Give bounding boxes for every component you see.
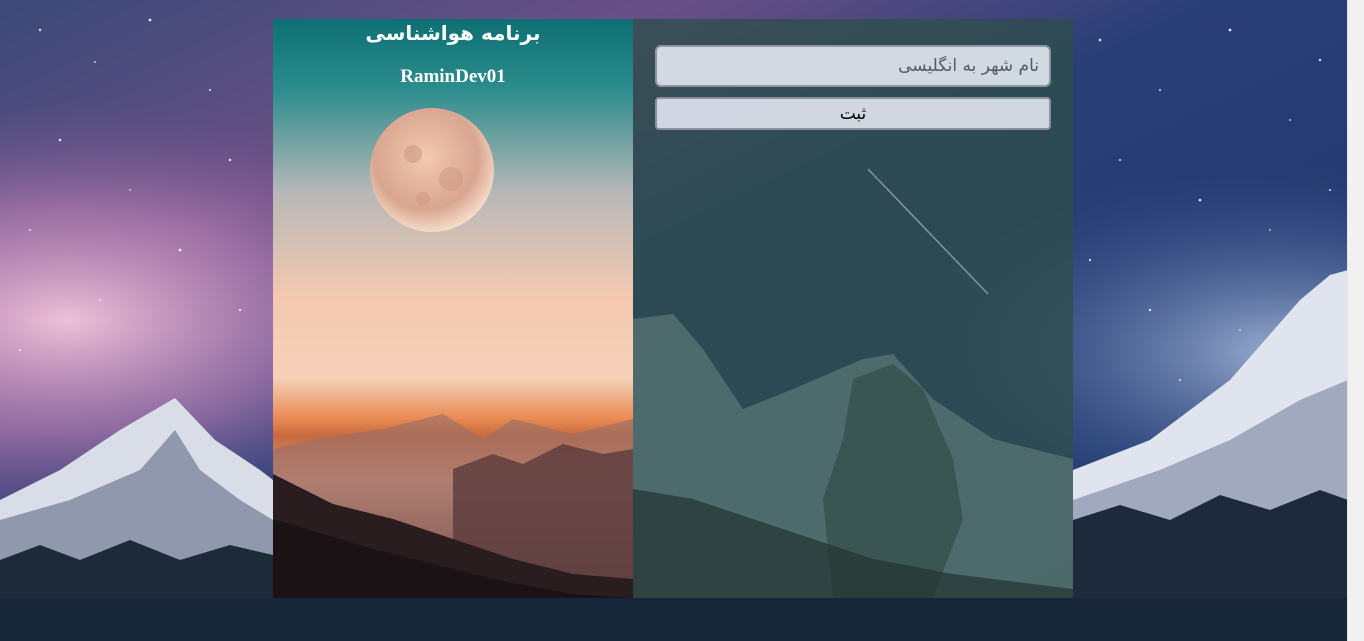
app-title: برنامه هواشناسی <box>365 21 541 45</box>
submit-button[interactable]: ثبت <box>655 97 1051 130</box>
city-name-input[interactable] <box>655 45 1051 87</box>
weather-app-card: برنامه هواشناسی RaminDev01 ثبت <box>273 19 1073 598</box>
page-scrollbar[interactable] <box>1347 0 1364 641</box>
moon-icon <box>370 108 494 232</box>
right-form-panel: ثبت <box>633 19 1073 598</box>
left-artwork-panel: برنامه هواشناسی RaminDev01 <box>273 19 633 598</box>
shooting-star-icon <box>867 168 989 295</box>
page-viewport: برنامه هواشناسی RaminDev01 ثبت <box>0 0 1364 641</box>
sunset-moon-illustration <box>273 19 633 598</box>
author-name: RaminDev01 <box>400 66 506 87</box>
